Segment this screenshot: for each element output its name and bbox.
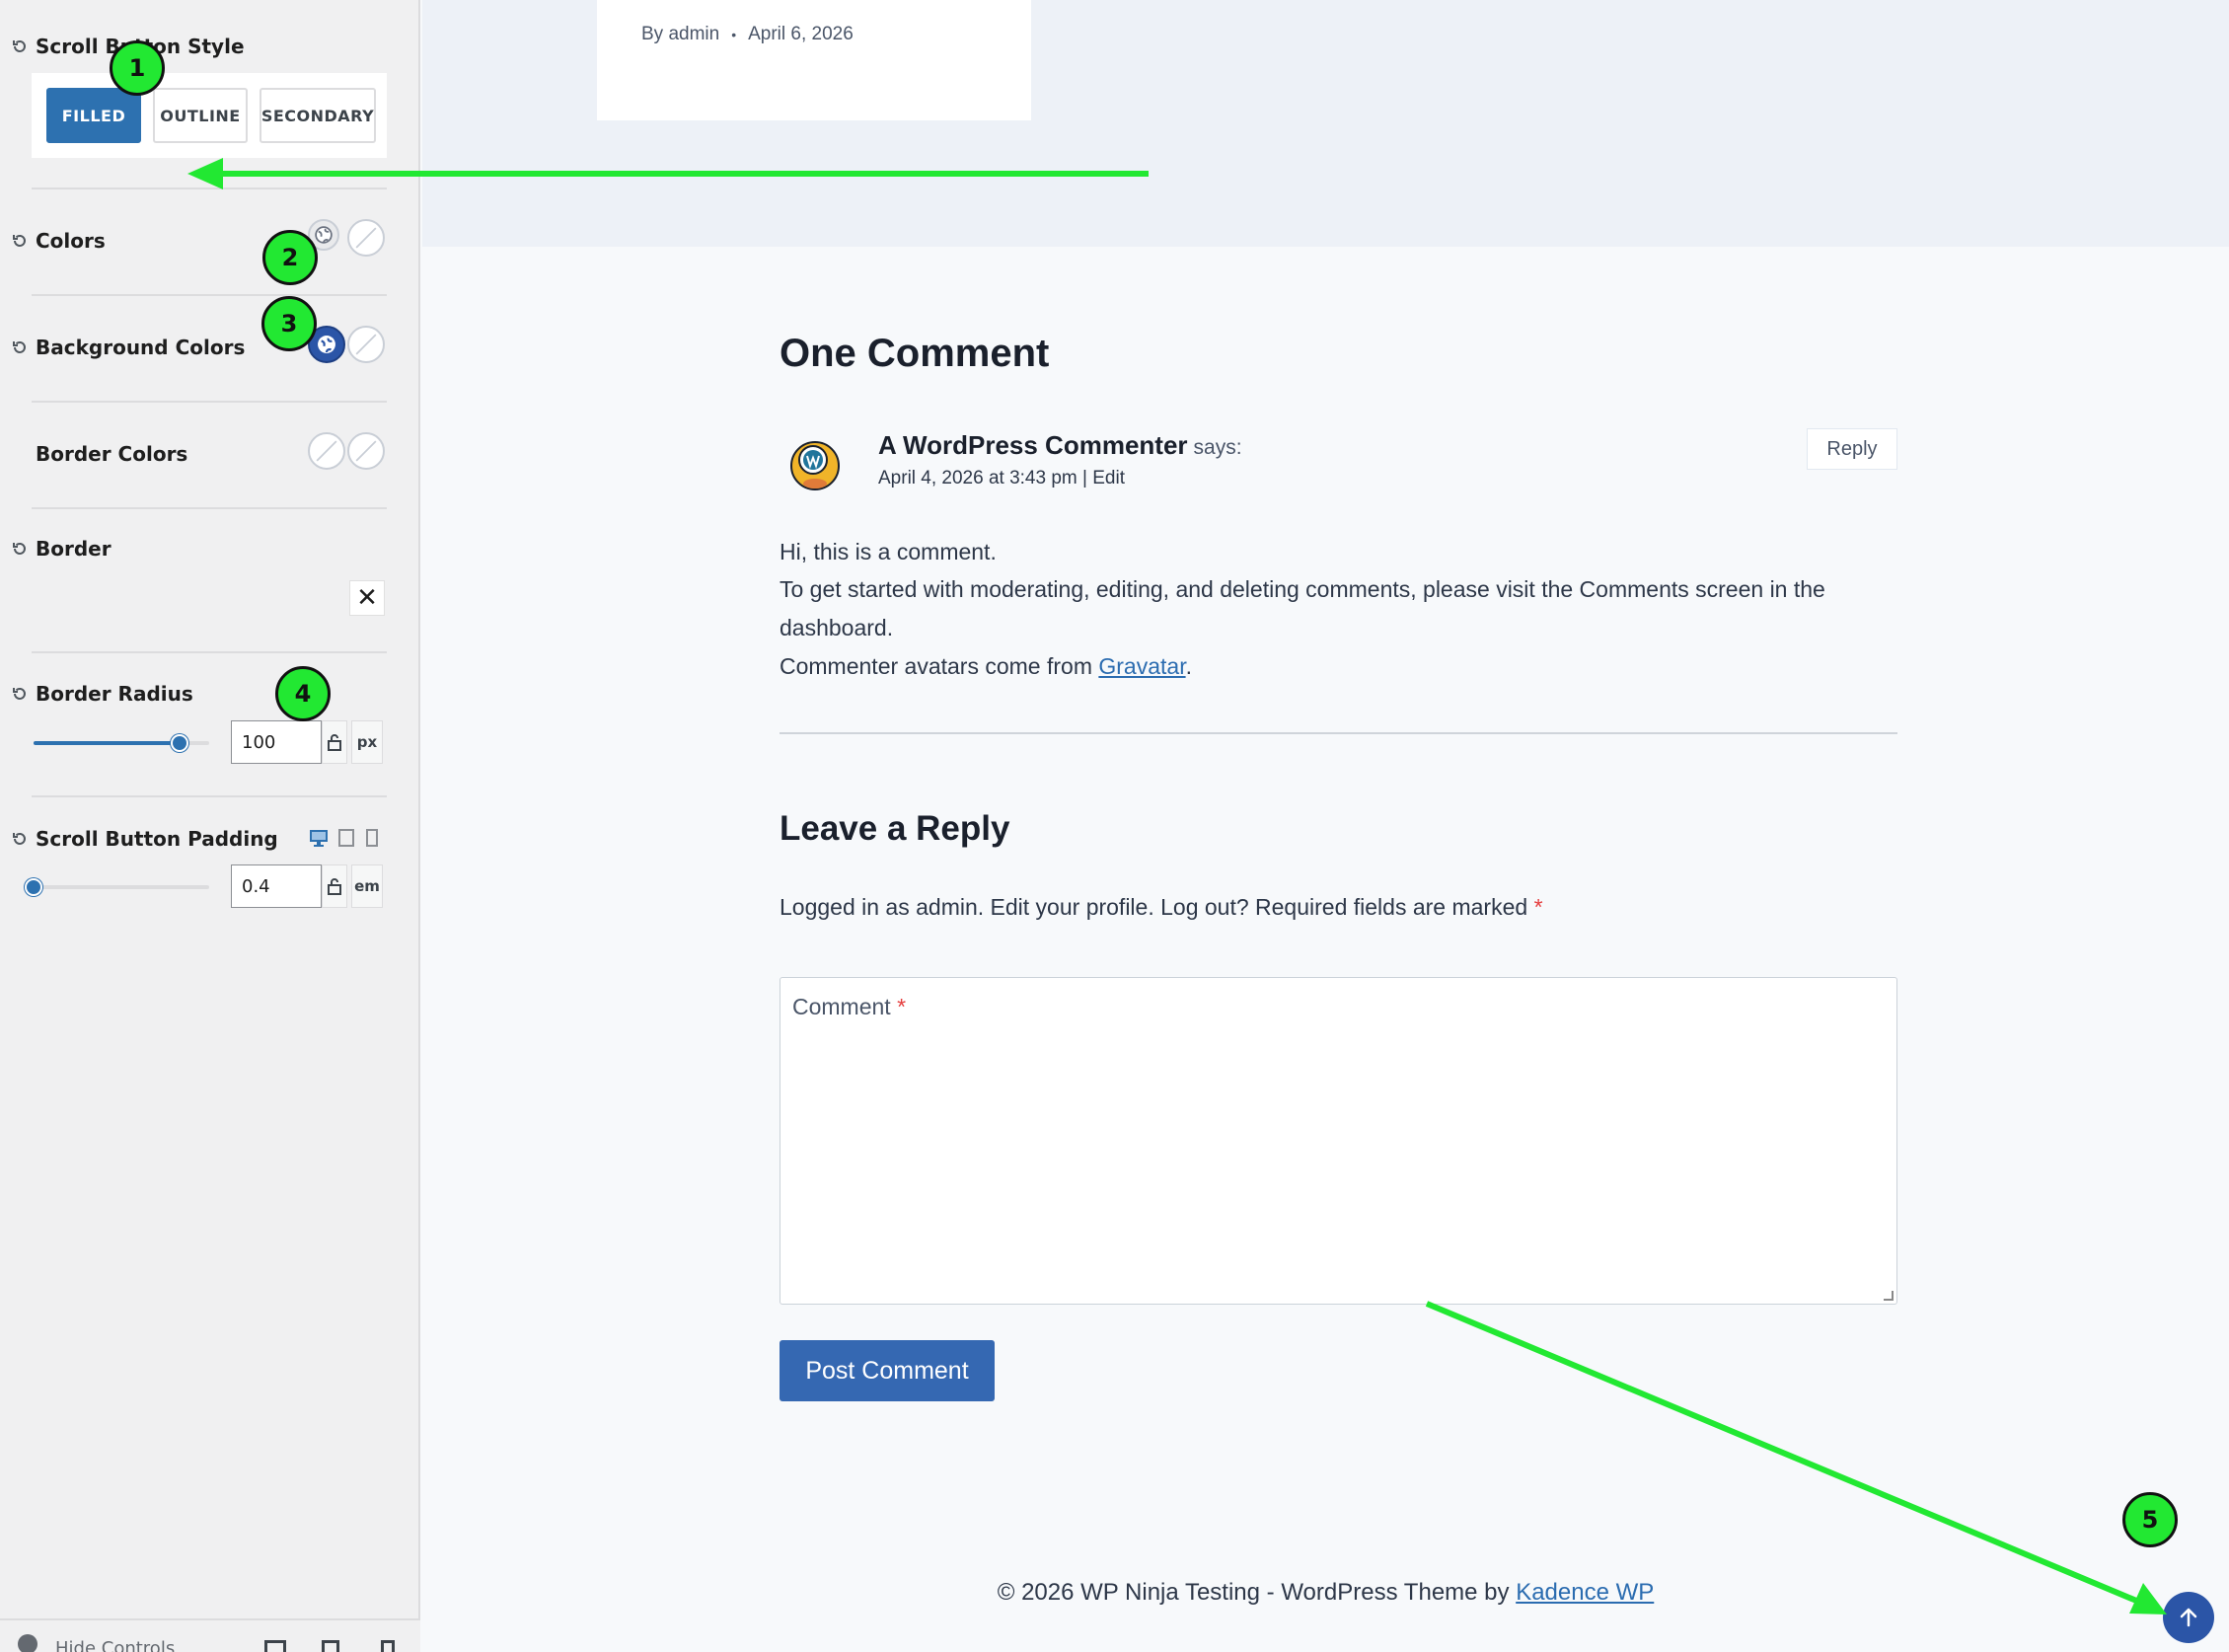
lock-icon (328, 878, 341, 895)
comment-text-line: Commenter avatars come from Gravatar. (780, 653, 1192, 680)
reset-icon[interactable] (12, 541, 28, 557)
border-radius-lock[interactable] (322, 720, 347, 764)
required-mark: * (897, 994, 907, 1019)
scroll-button-padding-slider[interactable] (25, 878, 209, 896)
divider (32, 651, 387, 653)
tablet-preview-icon[interactable] (322, 1640, 339, 1652)
divider (32, 401, 387, 403)
post-date[interactable]: April 6, 2026 (748, 24, 854, 45)
divider (32, 294, 387, 296)
comment-author[interactable]: A WordPress Commenter says: (878, 430, 1242, 461)
post-author[interactable]: By admin (641, 24, 719, 45)
scroll-button-padding-unit[interactable]: em (351, 864, 383, 908)
slider-thumb[interactable] (170, 734, 188, 752)
divider (32, 188, 387, 189)
comment-says: says: (1193, 436, 1242, 459)
border-radius-input[interactable]: 100 (231, 720, 322, 764)
kadence-link[interactable]: Kadence WP (1516, 1579, 1654, 1606)
comment-text-line: To get started with moderating, editing,… (780, 576, 1825, 602)
resize-handle[interactable] (1884, 1291, 1894, 1301)
reset-icon[interactable] (12, 831, 28, 847)
mobile-preview-icon[interactable] (381, 1640, 395, 1652)
style-filled-button[interactable]: FILLED (46, 88, 141, 143)
logged-in-text: Logged in as admin. Edit your profile. L… (780, 894, 1543, 921)
post-comment-button[interactable]: Post Comment (780, 1340, 995, 1401)
post-card (597, 0, 1031, 120)
border-radius-label: Border Radius (36, 682, 193, 706)
reset-icon[interactable] (12, 339, 28, 355)
desktop-preview-icon[interactable] (264, 1640, 286, 1652)
divider (32, 507, 387, 509)
site-footer: © 2026 WP Ninja Testing - WordPress Them… (422, 1579, 2229, 1607)
scroll-button-style-group: FILLED OUTLINE SECONDARY (32, 73, 387, 158)
scroll-to-top-button[interactable] (2163, 1592, 2214, 1643)
border-hover-swatch[interactable] (347, 432, 385, 470)
divider (32, 795, 387, 797)
gravatar-link[interactable]: Gravatar (1098, 653, 1185, 679)
annotation-marker: 1 (110, 40, 165, 96)
post-meta: By admin • April 6, 2026 (641, 24, 854, 45)
meta-separator: • (731, 27, 737, 42)
scroll-button-padding-lock[interactable] (322, 864, 347, 908)
annotation-marker: 3 (261, 296, 317, 351)
annotation-marker: 2 (262, 230, 318, 285)
scroll-button-padding-input[interactable]: 0.4 (231, 864, 322, 908)
required-mark: * (1533, 894, 1543, 920)
scroll-button-padding-label: Scroll Button Padding (36, 827, 278, 851)
comment-label: Comment * (792, 994, 906, 1020)
colors-label: Colors (36, 229, 106, 253)
close-icon: ✕ (356, 583, 378, 613)
mobile-icon[interactable] (361, 827, 383, 849)
comments-title: One Comment (780, 332, 1050, 375)
background-hover-swatch[interactable] (347, 326, 385, 363)
comment-date[interactable]: April 4, 2026 at 3:43 pm | Edit (878, 468, 1125, 489)
reply-button[interactable]: Reply (1807, 428, 1897, 470)
collapse-icon[interactable] (18, 1634, 37, 1652)
style-secondary-button[interactable]: SECONDARY (260, 88, 376, 143)
desktop-icon[interactable] (308, 827, 330, 849)
hide-controls-bar: Hide Controls (0, 1618, 420, 1652)
border-label: Border (36, 537, 111, 561)
site-preview: By admin • April 6, 2026 One Comment A W… (422, 0, 2229, 1652)
border-initial-swatch[interactable] (308, 432, 345, 470)
arrow-up-icon (2180, 1608, 2197, 1627)
annotation-marker: 5 (2122, 1492, 2178, 1547)
reset-icon[interactable] (12, 38, 28, 54)
footer-text: © 2026 WP Ninja Testing - WordPress Them… (997, 1579, 1517, 1606)
reset-icon[interactable] (12, 686, 28, 702)
comment-author-name[interactable]: A WordPress Commenter (878, 430, 1188, 460)
comment-text-line: Hi, this is a comment. (780, 539, 997, 564)
border-colors-label: Border Colors (36, 442, 188, 466)
border-radius-slider[interactable] (34, 734, 209, 752)
hide-controls-button[interactable]: Hide Controls (55, 1638, 175, 1652)
comment-text-prefix: Commenter avatars come from (780, 653, 1099, 679)
lock-icon (328, 734, 341, 751)
background-colors-label: Background Colors (36, 336, 246, 359)
divider (780, 732, 1897, 734)
annotation-marker: 4 (275, 666, 331, 721)
avatar (783, 430, 847, 493)
style-outline-button[interactable]: OUTLINE (153, 88, 248, 143)
colors-hover-swatch[interactable] (347, 219, 385, 257)
comment-text-line: dashboard. (780, 615, 894, 640)
customizer-sidebar: Scroll Button Style FILLED OUTLINE SECON… (0, 0, 420, 1652)
reply-title: Leave a Reply (780, 809, 1010, 848)
comment-placeholder: Comment (792, 994, 891, 1019)
comment-textarea[interactable]: Comment * (780, 977, 1897, 1305)
comment-text-suffix: . (1185, 653, 1192, 679)
tablet-icon[interactable] (335, 827, 357, 849)
reset-icon[interactable] (12, 233, 28, 249)
border-radius-unit[interactable]: px (351, 720, 383, 764)
border-clear-button[interactable]: ✕ (349, 580, 385, 616)
slider-thumb[interactable] (25, 878, 42, 896)
slider-fill (34, 741, 180, 745)
logged-in-message: Logged in as admin. Edit your profile. L… (780, 894, 1528, 920)
